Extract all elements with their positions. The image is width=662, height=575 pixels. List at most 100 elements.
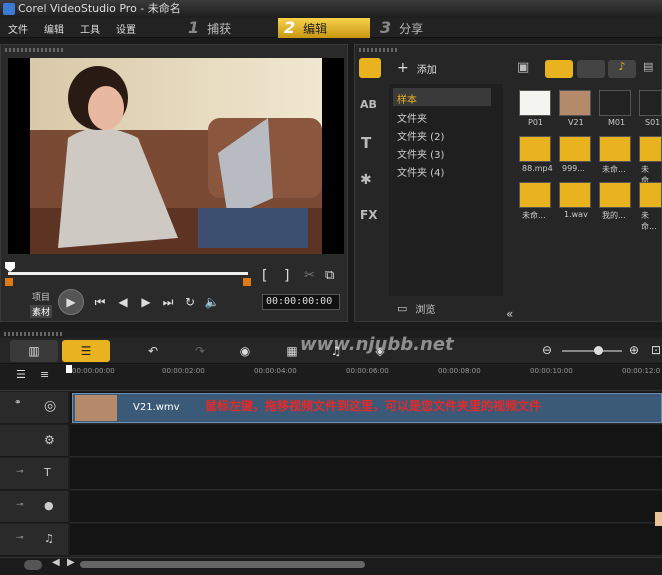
video-track-header[interactable]: ◎ ⚭ [0, 392, 68, 424]
tab-edit[interactable]: 2 编辑 [278, 18, 370, 38]
timecode-field[interactable]: 00:00:00:00 [262, 294, 340, 310]
mode-project-label[interactable]: 项目 [32, 290, 50, 303]
graphic-icon[interactable]: ✱ [360, 172, 372, 188]
overlay-track[interactable] [70, 425, 662, 457]
thumbnail-label: 999... [562, 164, 585, 173]
collapse-library-icon[interactable]: « [506, 307, 513, 321]
add-folder-button[interactable]: + 添加 [397, 60, 437, 76]
title-icon[interactable]: T [361, 134, 371, 152]
mode-clip-label[interactable]: 素材 [30, 305, 53, 318]
tab-capture[interactable]: 1 捕获 [182, 18, 274, 38]
menu-settings[interactable]: 设置 [116, 21, 136, 36]
music-track[interactable] [70, 524, 662, 556]
mark-in-button[interactable]: [ [262, 268, 267, 284]
music-track-header[interactable]: ⊸ ♫ [0, 524, 68, 556]
thumbnail-label: 未命... [522, 211, 546, 220]
folder-item-samples[interactable]: 样本 [397, 91, 417, 106]
title-bar: Corel VideoStudio Pro - 未命名 [0, 0, 662, 18]
panel-grip[interactable] [4, 332, 64, 336]
volume-icon[interactable]: 🔈 [205, 295, 220, 309]
split-clip-icon[interactable]: ✂ [304, 268, 315, 283]
mark-out-button[interactable]: ] [284, 268, 289, 284]
folder-item[interactable]: 文件夹 (4) [397, 164, 444, 179]
folder-item[interactable]: 文件夹 (2) [397, 128, 444, 143]
library-thumbnail[interactable] [599, 182, 631, 208]
enlarge-preview-icon[interactable]: ⧉ [325, 268, 334, 283]
repeat-icon[interactable]: ↻ [183, 295, 197, 309]
sound-mixer-icon[interactable]: ▦ [284, 343, 300, 359]
previous-frame-icon[interactable]: ◀ [116, 295, 130, 309]
library-thumbnail[interactable] [639, 136, 662, 162]
thumbnail-label: V21 [568, 118, 584, 127]
library-thumbnail[interactable] [639, 90, 662, 116]
zoom-in-icon[interactable]: ⊕ [627, 343, 641, 357]
go-to-start-icon[interactable]: ⏮ [93, 295, 107, 309]
app-logo-icon [3, 3, 15, 15]
fit-project-icon[interactable]: ⊡ [650, 343, 662, 357]
folder-item[interactable]: 文件夹 [397, 110, 427, 125]
voice-track-header[interactable]: ⊸ ● [0, 491, 68, 523]
library-thumbnail[interactable] [519, 90, 551, 116]
show-audio-toggle[interactable]: ♪ [608, 60, 636, 78]
scroll-right-icon[interactable]: ▶ [67, 557, 75, 568]
go-to-end-icon[interactable]: ⏭ [161, 295, 175, 309]
transition-icon[interactable]: AB [360, 98, 377, 111]
panel-grip[interactable] [359, 48, 399, 52]
folder-item[interactable]: 文件夹 (3) [397, 146, 444, 161]
scrollbar-thumb[interactable] [80, 561, 365, 568]
ripple-edit-icon[interactable]: ⚭ [14, 398, 22, 408]
sort-icon[interactable]: ▤ [643, 60, 653, 73]
library-thumbnail[interactable] [519, 136, 551, 162]
scrubber-track[interactable] [8, 272, 248, 275]
overlay-track-header[interactable]: ⚙ [0, 425, 68, 457]
undo-icon[interactable]: ↶ [145, 343, 161, 359]
filter-fx-icon[interactable]: FX [360, 208, 377, 222]
library-thumbnail[interactable] [599, 90, 631, 116]
video-clip[interactable]: V21.wmv 鼠标左键，拖移视频文件到这里，可以是您文件夹里的视频文件 [72, 393, 662, 423]
thumbnail-label: 未命... [641, 211, 657, 231]
track-lock-icon[interactable]: ⊸ [16, 533, 24, 543]
thumbnail-label: 未命... [602, 165, 626, 174]
show-photos-toggle[interactable] [577, 60, 605, 78]
library-thumbnail[interactable] [559, 182, 591, 208]
record-capture-icon[interactable]: ◉ [237, 343, 253, 359]
thumbnail-label: M01 [608, 118, 626, 127]
menu-tools[interactable]: 工具 [80, 21, 100, 36]
chapter-icon[interactable]: ≡ [40, 368, 49, 381]
zoom-slider[interactable] [562, 350, 622, 352]
library-thumbnail[interactable] [639, 182, 662, 208]
voice-track[interactable] [70, 491, 662, 523]
library-thumbnail[interactable] [559, 90, 591, 116]
track-lock-icon[interactable]: ⊸ [16, 467, 24, 477]
timeline-view-button[interactable]: ☰ [62, 340, 110, 362]
play-button[interactable]: ▶ [58, 289, 84, 315]
tab-label: 编辑 [303, 22, 328, 36]
redo-icon[interactable]: ↷ [192, 343, 208, 359]
expand-toggle[interactable] [24, 560, 42, 570]
step-number: 2 [284, 18, 296, 37]
trim-in-marker[interactable] [5, 278, 13, 286]
open-folder-icon[interactable]: ▣ [517, 60, 529, 75]
scroll-left-icon[interactable]: ◀ [52, 557, 60, 568]
library-thumbnail[interactable] [599, 136, 631, 162]
media-library-icon[interactable] [359, 58, 381, 78]
menu-file[interactable]: 文件 [8, 21, 28, 36]
next-frame-icon[interactable]: ▶ [139, 295, 153, 309]
library-thumbnail[interactable] [559, 136, 591, 162]
zoom-out-icon[interactable]: ⊖ [540, 343, 554, 357]
menu-edit[interactable]: 编辑 [44, 21, 64, 36]
show-videos-toggle[interactable] [545, 60, 573, 78]
panel-grip[interactable] [5, 48, 65, 52]
title-track-header[interactable]: ⊸ T [0, 458, 68, 490]
clip-thumbnail [75, 395, 117, 421]
trim-out-marker[interactable] [243, 278, 251, 286]
track-manager-icon[interactable]: ☰ [16, 368, 26, 381]
title-track[interactable] [70, 458, 662, 490]
track-lock-icon[interactable]: ⊸ [16, 500, 24, 510]
zoom-slider-handle[interactable] [594, 346, 603, 355]
browse-button[interactable]: ▭ 浏览 [397, 300, 435, 316]
library-thumbnail[interactable] [519, 182, 551, 208]
tab-share[interactable]: 3 分享 [374, 18, 466, 38]
video-preview [8, 58, 344, 254]
storyboard-view-button[interactable]: ▥ [10, 340, 58, 362]
